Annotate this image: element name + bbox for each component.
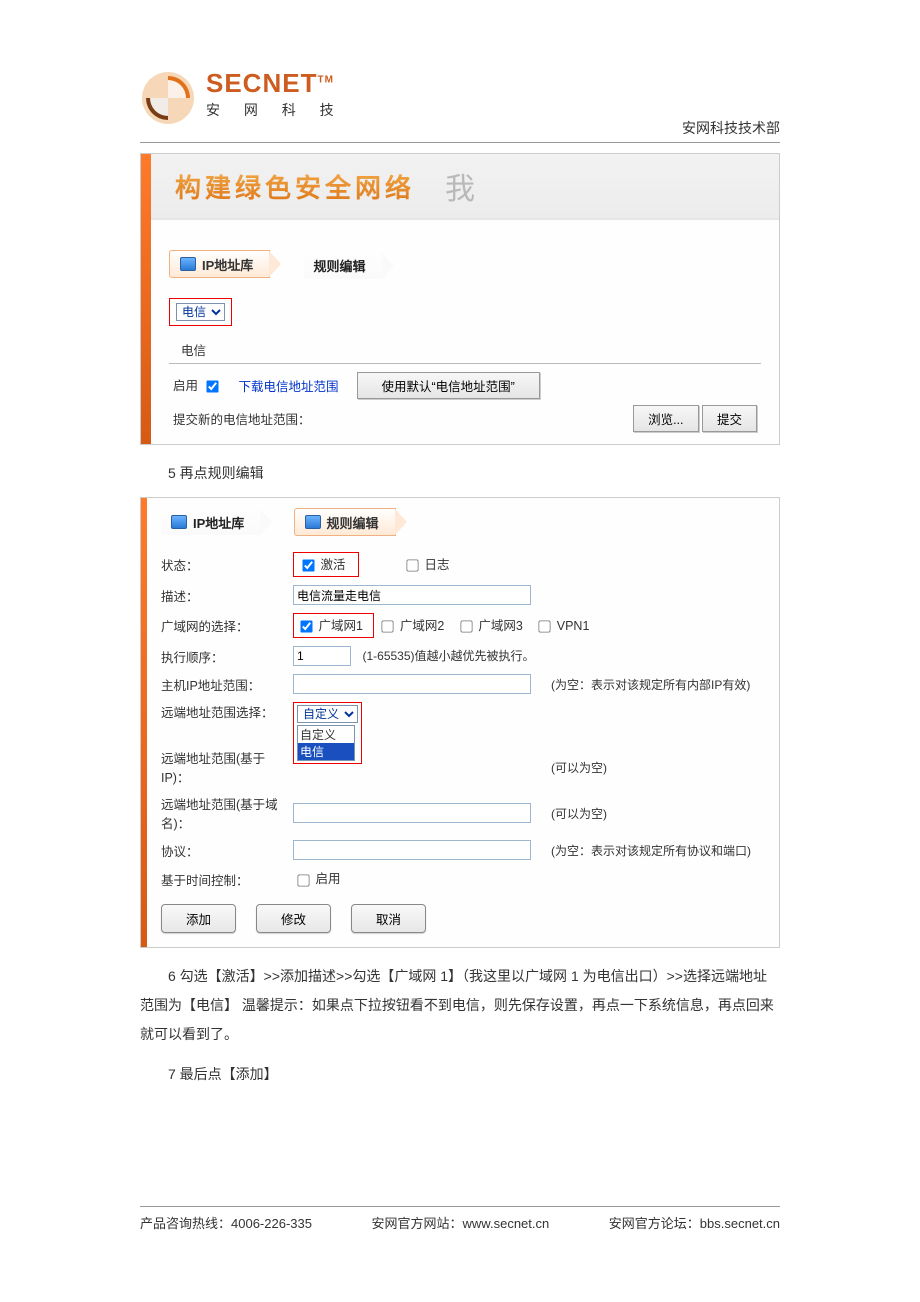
time-enable-checkbox[interactable] — [297, 874, 309, 886]
screenshot-ip-library: 构建绿色安全网络 我 IP地址库 规则编辑 电信 — [140, 153, 780, 445]
banner-script: 我 — [445, 164, 475, 208]
fieldset-legend: 电信 — [181, 340, 761, 359]
header-department: 安网科技技术部 — [140, 118, 780, 138]
submit-range-label: 提交新的电信地址范围： — [173, 409, 311, 428]
wan-label: 广域网的选择： — [161, 616, 293, 635]
tab-rule-edit[interactable]: 规则编辑 — [294, 508, 396, 536]
activate-checkbox[interactable] — [302, 560, 314, 572]
remote-domain-note: (可以为空) — [551, 805, 607, 822]
fieldset-divider — [169, 363, 761, 364]
logo-swirl-icon — [140, 70, 196, 126]
use-default-range-button[interactable]: 使用默认“电信地址范围” — [357, 372, 540, 399]
wan3-checkbox[interactable] — [460, 621, 472, 633]
logo-brand: SECNETTM — [206, 70, 344, 96]
step-7-text: 7 最后点【添加】 — [140, 1060, 780, 1089]
tab-ip-library[interactable]: IP地址库 — [161, 509, 260, 535]
log-checkbox[interactable] — [406, 560, 418, 572]
host-range-label: 主机IP地址范围： — [161, 675, 293, 694]
browse-button[interactable]: 浏览... — [633, 405, 698, 432]
tab-bar: IP地址库 规则编辑 — [169, 250, 761, 282]
protocol-input[interactable] — [293, 840, 531, 860]
host-range-note: (为空：表示对该规定所有内部IP有效) — [551, 676, 750, 693]
wan1-highlight: 广域网1 — [293, 613, 374, 638]
order-label: 执行顺序： — [161, 647, 293, 666]
row-description: 描述： — [161, 581, 765, 609]
description-label: 描述： — [161, 586, 293, 605]
protocol-label: 协议： — [161, 841, 293, 860]
tab-label: IP地址库 — [193, 513, 244, 532]
host-range-input[interactable] — [293, 674, 531, 694]
row-remote-domain: 远端地址范围(基于域名)： (可以为空) — [161, 790, 765, 836]
sidebar-stripe — [141, 498, 147, 947]
activate-label: 激活 — [320, 558, 345, 572]
carrier-select[interactable]: 电信 — [176, 303, 225, 321]
banner-title: 构建绿色安全网络 — [175, 168, 415, 205]
wan1-label: 广域网1 — [318, 619, 362, 633]
tab-icon — [305, 515, 321, 529]
remote-ip-label: 远端地址范围(基于IP)： — [161, 748, 293, 786]
row-state: 状态： 激活 日志 — [161, 548, 765, 581]
wan3-label: 广域网3 — [478, 619, 522, 633]
remote-range-select[interactable]: 自定义 — [297, 705, 358, 723]
modify-button[interactable]: 修改 — [256, 904, 331, 933]
wan1-checkbox[interactable] — [300, 621, 312, 633]
tab-label: IP地址库 — [202, 255, 253, 274]
row-protocol: 协议： (为空：表示对该规定所有协议和端口) — [161, 836, 765, 864]
vpn1-label: VPN1 — [557, 619, 590, 633]
enable-field: 启用 — [173, 375, 221, 396]
carrier-select-highlight: 电信 — [169, 298, 232, 326]
description-input[interactable] — [293, 585, 531, 605]
tab-label: 规则编辑 — [327, 513, 379, 532]
order-hint: (1-65535)值越小越优先被执行。 — [362, 649, 534, 663]
row-time-control: 基于时间控制： 启用 — [161, 864, 765, 893]
cancel-button[interactable]: 取消 — [351, 904, 426, 933]
vpn1-checkbox[interactable] — [539, 621, 551, 633]
enable-label: 启用 — [173, 379, 198, 393]
log-label: 日志 — [424, 558, 449, 572]
sidebar-stripe — [141, 154, 151, 444]
tab-rule-edit[interactable]: 规则编辑 — [304, 253, 382, 279]
tab-ip-library[interactable]: IP地址库 — [169, 250, 270, 278]
row-wan: 广域网的选择： 广域网1 广域网2 广域网3 VPN1 — [161, 609, 765, 642]
tab-label: 规则编辑 — [314, 256, 366, 275]
row-order: 执行顺序： (1-65535)值越小越优先被执行。 — [161, 642, 765, 670]
logo-subtitle: 安 网 科 技 — [206, 100, 344, 120]
add-button[interactable]: 添加 — [161, 904, 236, 933]
download-range-link[interactable]: 下载电信地址范围 — [239, 376, 339, 395]
wan2-checkbox[interactable] — [382, 621, 394, 633]
remote-select-label: 远端地址范围选择： — [161, 702, 293, 721]
remote-ip-note: (可以为空) — [551, 759, 607, 776]
tab-bar: IP地址库 规则编辑 — [161, 508, 765, 536]
form-actions: 添加 修改 取消 — [161, 904, 765, 933]
remote-option-custom[interactable]: 自定义 — [298, 726, 354, 743]
remote-range-options[interactable]: 自定义 电信 — [297, 725, 355, 761]
footer-site: 安网官方网站：www.secnet.cn — [372, 1213, 550, 1232]
time-control-label: 基于时间控制： — [161, 870, 293, 889]
footer-hotline: 产品咨询热线：4006-226-335 — [140, 1213, 312, 1232]
remote-select-highlight: 自定义 自定义 电信 — [293, 702, 362, 764]
footer-divider — [140, 1206, 780, 1207]
submit-button[interactable]: 提交 — [702, 405, 757, 432]
enable-checkbox[interactable] — [206, 380, 218, 392]
order-input[interactable] — [293, 646, 351, 666]
remote-domain-label: 远端地址范围(基于域名)： — [161, 794, 293, 832]
row-host-range: 主机IP地址范围： (为空：表示对该规定所有内部IP有效) — [161, 670, 765, 698]
protocol-note: (为空：表示对该规定所有协议和端口) — [551, 842, 751, 859]
step-6-text: 6 勾选【激活】>>添加描述>>勾选【广域网 1】（我这里以广域网 1 为电信出… — [140, 962, 780, 1050]
header-divider — [140, 142, 780, 143]
state-label: 状态： — [161, 555, 293, 574]
step-5-text: 5 再点规则编辑 — [168, 459, 780, 487]
time-enable-label: 启用 — [315, 872, 340, 886]
remote-domain-input[interactable] — [293, 803, 531, 823]
footer-bbs: 安网官方论坛：bbs.secnet.cn — [609, 1213, 780, 1232]
document-page: SECNETTM 安 网 科 技 安网科技技术部 构建绿色安全网络 我 IP地址… — [0, 0, 920, 1302]
activate-highlight: 激活 — [293, 552, 359, 577]
wan2-label: 广域网2 — [400, 619, 444, 633]
remote-option-ct[interactable]: 电信 — [298, 743, 354, 760]
banner: 构建绿色安全网络 我 — [151, 154, 779, 220]
page-footer: 产品咨询热线：4006-226-335 安网官方网站：www.secnet.cn… — [140, 1206, 780, 1232]
screenshot-rule-edit: IP地址库 规则编辑 状态： 激活 日志 — [140, 497, 780, 948]
tab-icon — [171, 515, 187, 529]
tab-icon — [180, 257, 196, 271]
